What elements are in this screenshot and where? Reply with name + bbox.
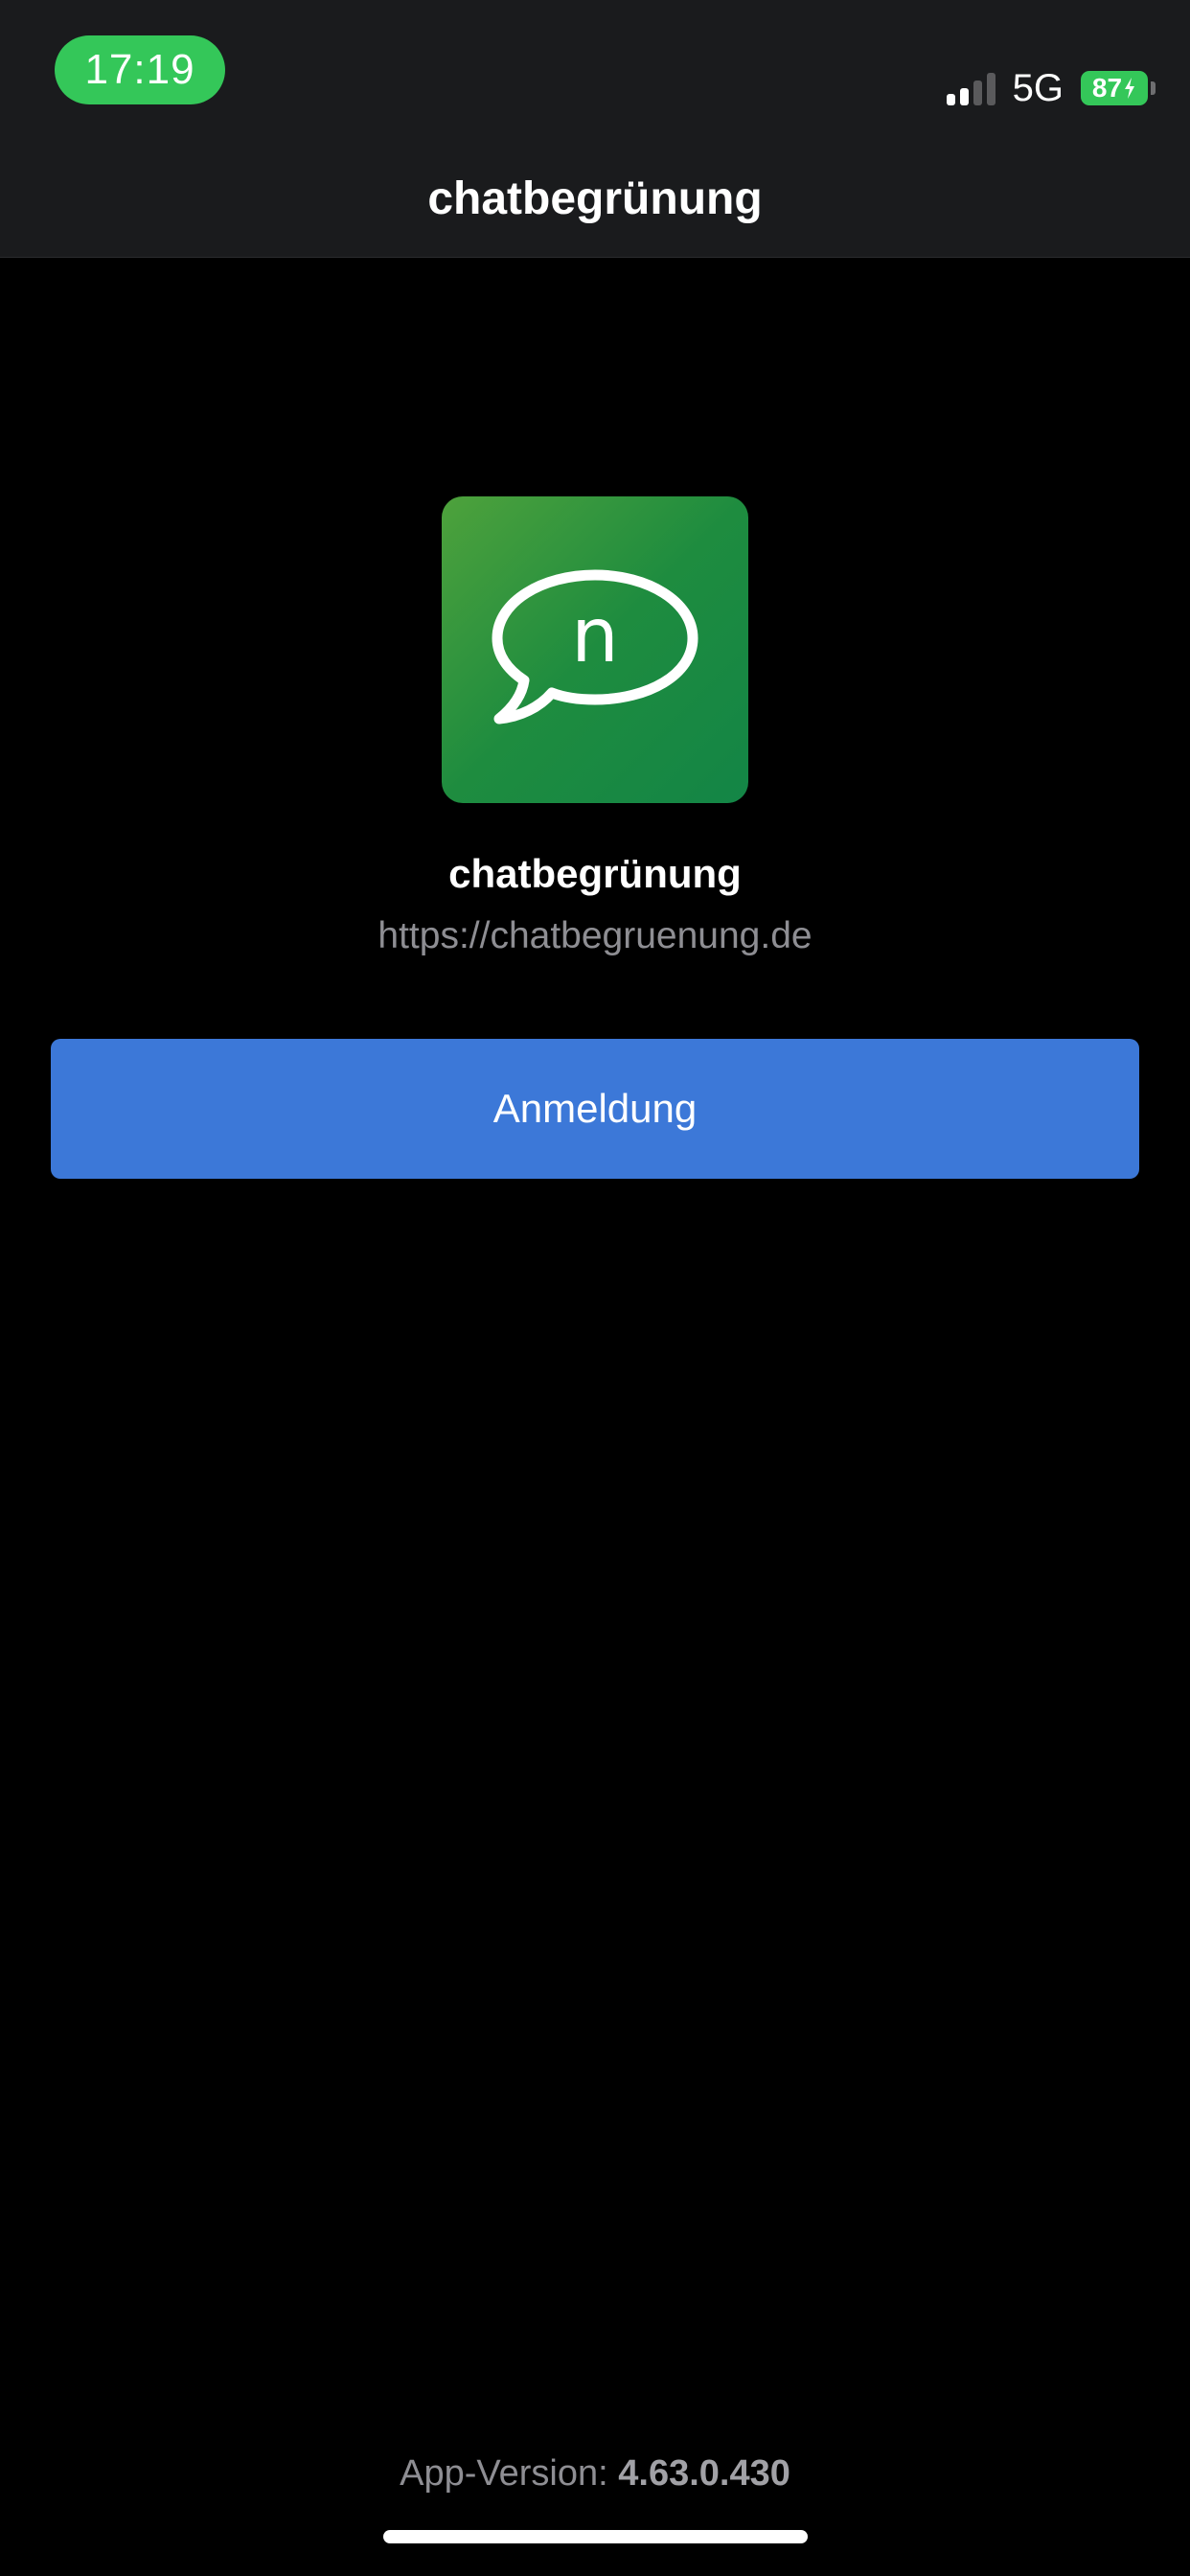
- login-button-label: Anmeldung: [492, 1086, 698, 1131]
- cellular-signal-icon: [946, 71, 995, 105]
- speech-bubble-n-icon: n: [492, 569, 698, 724]
- signal-bar: [959, 88, 969, 105]
- status-time-pill[interactable]: 17:19: [55, 35, 225, 104]
- version-label: App-Version:: [400, 2453, 608, 2494]
- app-version: App-Version: 4.63.0.430: [0, 2453, 1190, 2495]
- screen: 17:19 5G 87 chatbegrünung n chatbegrünun…: [0, 0, 1190, 2576]
- page-title: chatbegrünung: [427, 173, 763, 224]
- app-url: https://chatbegruenung.de: [378, 915, 812, 956]
- app-name: chatbegrünung: [448, 851, 742, 896]
- signal-bar: [986, 73, 995, 105]
- battery-icon: 87: [1081, 71, 1156, 105]
- home-indicator[interactable]: [383, 2530, 808, 2543]
- battery-level: 87: [1081, 71, 1148, 105]
- battery-cap: [1151, 81, 1156, 95]
- version-number: 4.63.0.430: [618, 2453, 790, 2494]
- signal-bar: [973, 80, 982, 105]
- header: 17:19 5G 87 chatbegrünung: [0, 0, 1190, 258]
- status-time: 17:19: [84, 46, 195, 93]
- signal-bar: [946, 94, 955, 105]
- logo-letter: n: [571, 593, 618, 679]
- network-type: 5G: [1012, 66, 1064, 109]
- battery-percent: 87: [1091, 73, 1123, 103]
- status-indicators: 5G 87: [946, 66, 1156, 109]
- login-button[interactable]: Anmeldung: [51, 1039, 1139, 1179]
- app-logo: n: [442, 496, 748, 803]
- charging-bolt-icon: [1125, 78, 1135, 99]
